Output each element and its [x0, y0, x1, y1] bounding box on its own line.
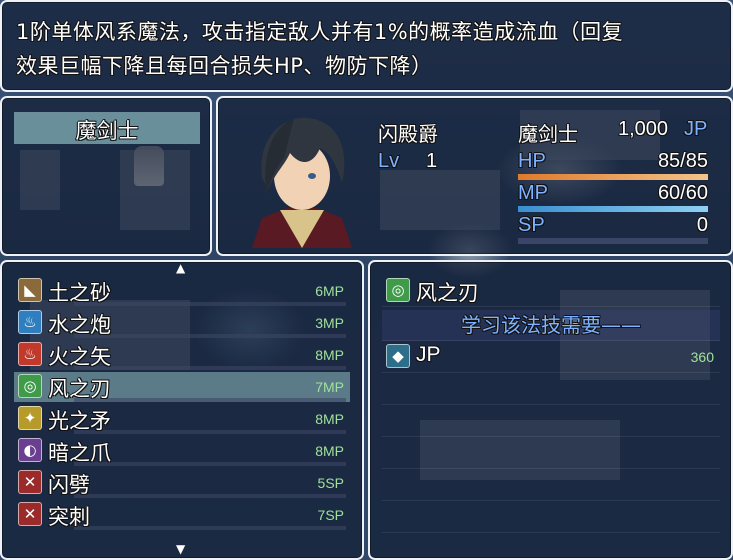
skill-cost: 5SP: [317, 475, 344, 491]
cost-label: JP: [416, 343, 441, 366]
skill-name: 风之刃: [48, 377, 111, 401]
sp-gauge-track: [518, 238, 708, 244]
skill-row[interactable]: ◐ 暗之爪 8MP: [14, 436, 350, 466]
skill-cost: 8MP: [315, 443, 344, 459]
mp-label: MP: [518, 182, 548, 204]
skill-row-underline: [74, 398, 346, 402]
jp-unit: JP: [684, 118, 708, 140]
requirement-cost-row: ◆ JP 360: [382, 342, 720, 373]
skill-name: 光之矛: [48, 409, 111, 433]
water-icon: ♨: [18, 310, 42, 334]
skill-row-underline: [74, 302, 346, 306]
class-item-label: 魔剑士: [75, 119, 139, 143]
skill-row[interactable]: ◣ 土之砂 6MP: [14, 276, 350, 306]
skill-row-underline: [74, 526, 346, 530]
skill-cost: 7SP: [317, 507, 344, 523]
jp-crystal-icon: ◆: [386, 344, 410, 368]
learn-skill-name: 风之刃: [416, 281, 479, 305]
learn-skill-row: ◎ 风之刃: [382, 276, 720, 307]
level-value: 1: [426, 150, 438, 172]
skill-name: 土之砂: [48, 281, 111, 305]
empty-row: [382, 470, 720, 501]
scroll-up-arrow-icon[interactable]: ▲: [176, 261, 185, 275]
skill-row-underline: [74, 430, 346, 434]
hp-gauge-fill: [518, 174, 708, 180]
empty-row: [382, 374, 720, 405]
wind-icon: ◎: [18, 374, 42, 398]
status-window: 闪殿爵 魔剑士 1,000 JP Lv 1 HP 85/85 MP 60/60 …: [216, 96, 733, 256]
actor-class: 魔剑士: [518, 122, 578, 146]
skill-row[interactable]: ◎ 风之刃 7MP: [14, 372, 350, 402]
class-window: 魔剑士: [0, 96, 212, 256]
skill-row-underline: [74, 366, 346, 370]
skill-cost: 3MP: [315, 315, 344, 331]
sp-value: 0: [696, 214, 708, 236]
hp-value: 85/85: [657, 150, 708, 172]
skill-row-underline: [74, 462, 346, 466]
sp-label: SP: [518, 214, 545, 236]
help-window: 1阶单体风系魔法，攻击指定敌人并有1%的概率造成流血（回复 效果巨幅下降且每回合…: [0, 0, 733, 92]
skill-row[interactable]: ✦ 光之矛 8MP: [14, 404, 350, 434]
learn-requirement-window: ◎ 风之刃 学习该法技需要—— ◆ JP 360: [368, 260, 733, 560]
skill-name: 火之矢: [48, 345, 111, 369]
light-icon: ✦: [18, 406, 42, 430]
help-text-line-1: 1阶单体风系魔法，攻击指定敌人并有1%的概率造成流血（回复: [16, 20, 624, 44]
skill-row[interactable]: ♨ 水之炮 3MP: [14, 308, 350, 338]
skill-cost: 7MP: [315, 379, 344, 395]
skill-cost: 8MP: [315, 347, 344, 363]
flash-strike-icon: ✕: [18, 470, 42, 494]
empty-row: [382, 406, 720, 437]
hp-label: HP: [518, 150, 546, 172]
class-item-selected[interactable]: 魔剑士: [14, 112, 200, 144]
skill-row-underline: [74, 334, 346, 338]
skill-name: 闪劈: [48, 473, 90, 497]
wind-icon: ◎: [386, 278, 410, 302]
thrust-icon: ✕: [18, 502, 42, 526]
skill-row[interactable]: ✕ 闪劈 5SP: [14, 468, 350, 498]
skill-list-window: ▲ ◣ 土之砂 6MP ♨ 水之炮 3MP ♨ 火之矢 8MP ◎ 风之刃 7MP ✦ 光之矛 8MP ◐ 暗之…: [0, 260, 364, 560]
actor-portrait: [252, 117, 352, 248]
scroll-down-arrow-icon[interactable]: ▼: [176, 542, 185, 556]
skill-name: 水之炮: [48, 313, 111, 337]
dark-icon: ◐: [18, 438, 42, 462]
skill-cost: 8MP: [315, 411, 344, 427]
empty-row: [382, 502, 720, 533]
skill-row[interactable]: ♨ 火之矢 8MP: [14, 340, 350, 370]
skill-name: 突刺: [48, 505, 90, 529]
actor-name: 闪殿爵: [378, 122, 438, 146]
mp-gauge-track: [518, 206, 708, 212]
mp-gauge-fill: [518, 206, 708, 212]
requirement-title: 学习该法技需要——: [461, 313, 641, 337]
skill-name: 暗之爪: [48, 441, 111, 465]
earth-icon: ◣: [18, 278, 42, 302]
map-character-sprite: [134, 146, 164, 186]
skill-row[interactable]: ✕ 突刺 7SP: [14, 500, 350, 530]
mp-value: 60/60: [657, 182, 708, 204]
fire-icon: ♨: [18, 342, 42, 366]
cost-value: 360: [690, 349, 714, 365]
level-label: Lv: [378, 150, 400, 172]
jp-value: 1,000: [618, 118, 669, 140]
help-text-line-2: 效果巨幅下降且每回合损失HP、物防下降）: [16, 54, 433, 78]
hp-gauge-track: [518, 174, 708, 180]
skill-row-underline: [74, 494, 346, 498]
requirement-title-row: 学习该法技需要——: [382, 310, 720, 341]
empty-row: [382, 438, 720, 469]
skill-cost: 6MP: [315, 283, 344, 299]
